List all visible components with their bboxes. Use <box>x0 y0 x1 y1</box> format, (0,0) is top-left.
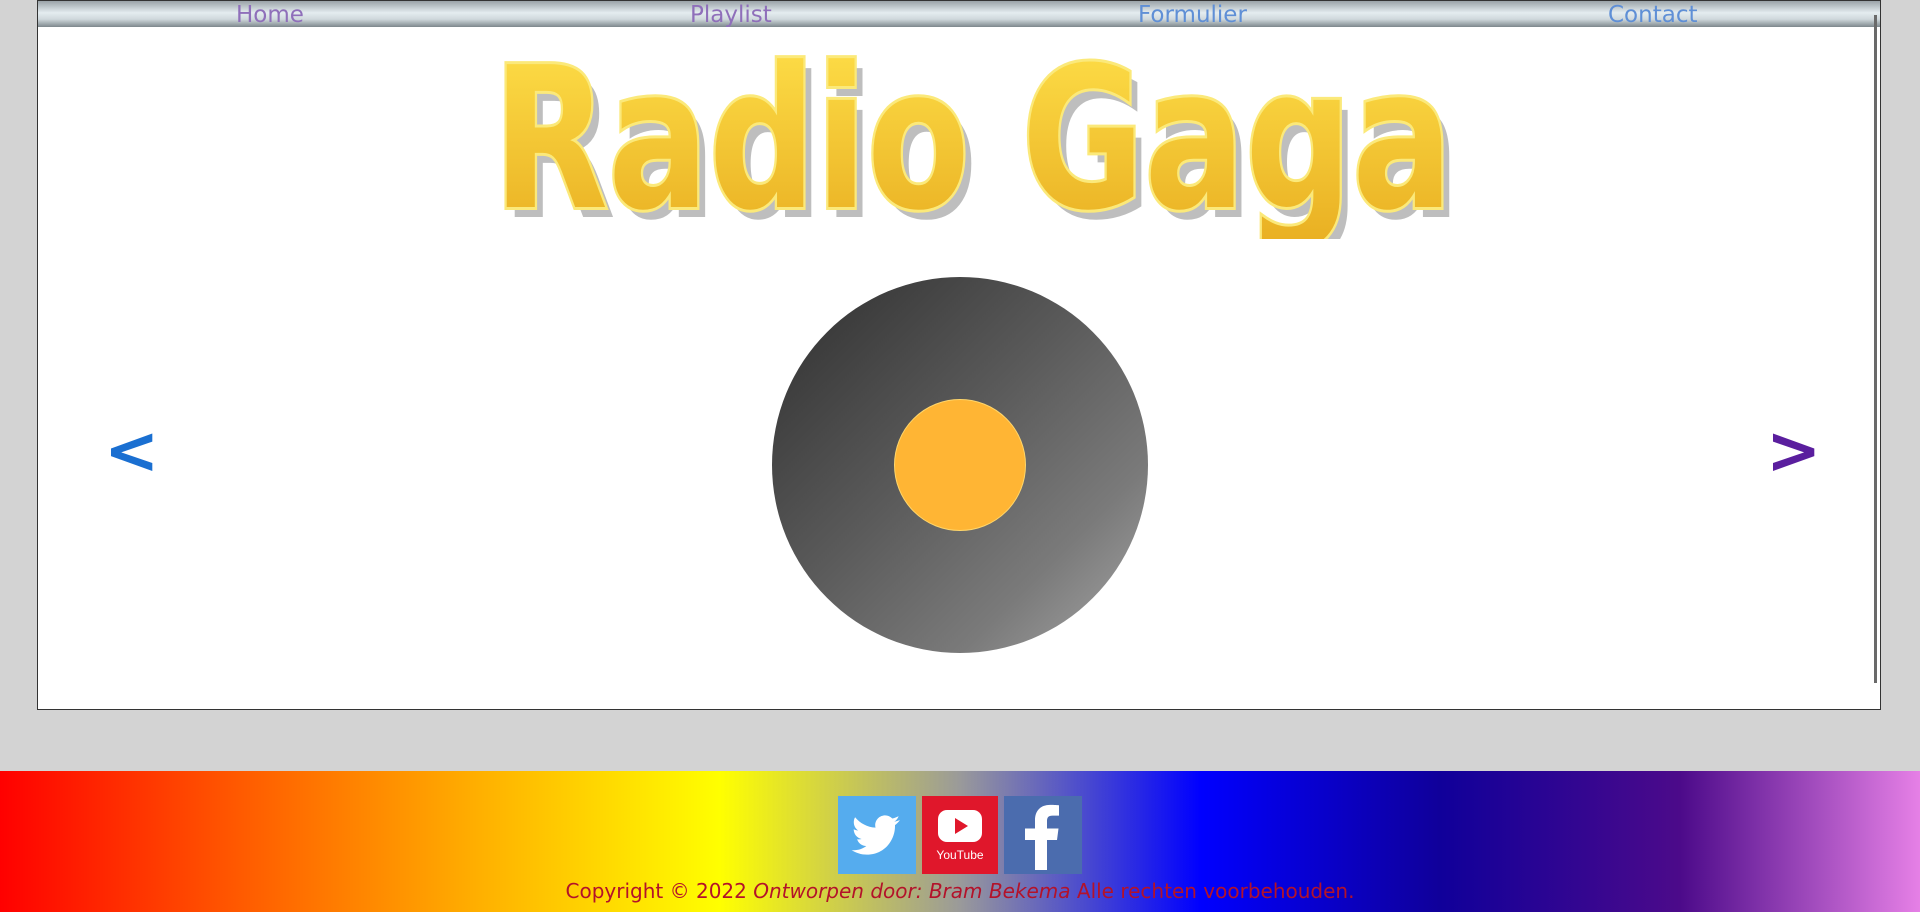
nav-bar: Home Playlist Formulier Contact <box>38 1 1880 28</box>
designer-credit: Ontworpen door: Bram Bekema <box>753 879 1071 903</box>
copyright-notice: Copyright © 2022 Ontworpen door: Bram Be… <box>0 878 1920 904</box>
twitter-bird-icon <box>838 796 916 874</box>
carousel-prev-arrow[interactable]: < <box>104 406 159 496</box>
rights-notice: Alle rechten voorbehouden. <box>1076 879 1355 903</box>
facebook-link[interactable] <box>1004 796 1082 874</box>
main-panel: Home Playlist Formulier Contact Radio Ga… <box>37 0 1881 710</box>
nav-link-playlist[interactable]: Playlist <box>690 1 772 28</box>
scrollbar[interactable] <box>1874 15 1877 683</box>
nav-link-home[interactable]: Home <box>236 1 304 28</box>
youtube-link[interactable]: YouTube <box>922 796 998 874</box>
radio-gaga-logo: Radio Gaga Radio Gaga <box>490 29 1461 239</box>
carousel-next-arrow[interactable]: > <box>1766 406 1821 496</box>
record-center-label <box>894 399 1026 531</box>
twitter-link[interactable] <box>838 796 916 874</box>
facebook-f-icon <box>1004 796 1082 874</box>
vinyl-record[interactable] <box>772 277 1148 653</box>
youtube-label: YouTube <box>936 848 984 862</box>
copyright-year: Copyright © 2022 <box>565 879 747 903</box>
nav-link-contact[interactable]: Contact <box>1608 1 1697 28</box>
youtube-play-icon <box>922 796 998 874</box>
logo-text: Radio Gaga <box>493 29 1453 239</box>
nav-link-formulier[interactable]: Formulier <box>1138 1 1247 28</box>
footer: YouTube Copyright © 2022 Ontworpen door:… <box>0 771 1920 912</box>
